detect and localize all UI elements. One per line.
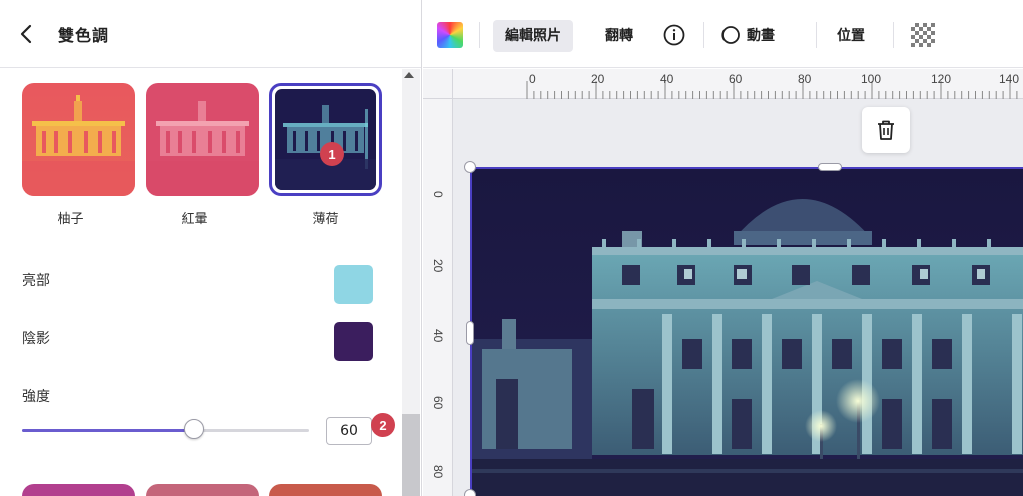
preset-mint-thumbnail: [275, 89, 376, 190]
resize-handle-top-left[interactable]: [464, 161, 476, 173]
intensity-slider-fill: [22, 429, 194, 432]
basilica-photo: [472, 169, 1023, 496]
toolbar-divider: [479, 22, 480, 48]
editor-canvas: 0 20 40 60 80 100 120 140 0 20 40 60 80: [423, 69, 1023, 496]
ruler-tick: 100: [861, 72, 882, 86]
ruler-tick: 60: [729, 72, 743, 86]
resize-handle-left[interactable]: [466, 321, 474, 345]
duotone-panel: 雙色調 1 柚子 紅暈 薄荷 亮部 陰影 強度 60 2: [0, 0, 422, 496]
preset-label-blush: 紅暈: [181, 212, 208, 227]
horizontal-ruler: 0 20 40 60 80 100 120 140: [453, 69, 1023, 99]
position-button[interactable]: 位置: [837, 20, 865, 52]
preset-label-pomelo: 柚子: [57, 212, 84, 227]
ruler-tick: 140: [999, 72, 1020, 86]
resize-handle-top[interactable]: [818, 163, 842, 171]
ruler-tick: 0: [529, 72, 536, 86]
animate-icon[interactable]: [719, 24, 741, 46]
scroll-up-arrow-icon[interactable]: [404, 72, 414, 78]
intensity-value-input[interactable]: 60: [326, 417, 372, 445]
preset-label-mint: 薄荷: [312, 212, 339, 227]
trash-icon: [878, 120, 894, 140]
animate-button[interactable]: 動畫: [747, 20, 775, 52]
vertical-ruler: 0 20 40 60 80: [423, 99, 453, 496]
panel-header: 雙色調: [0, 0, 421, 68]
ruler-tick: 60: [431, 396, 445, 410]
preset-pomelo-thumbnail: [22, 83, 135, 196]
highlight-label: 亮部: [22, 273, 50, 289]
ruler-tick: 20: [431, 259, 445, 273]
ruler-tick: 80: [431, 465, 445, 479]
ruler-tick: 120: [931, 72, 952, 86]
callout-badge-1: 1: [320, 142, 344, 166]
intensity-slider-thumb[interactable]: [184, 419, 204, 439]
delete-button[interactable]: [862, 107, 910, 153]
preset-row2-1[interactable]: [22, 484, 135, 496]
ruler-corner: [423, 69, 453, 99]
selected-photo[interactable]: [470, 167, 1023, 496]
top-toolbar: 編輯照片 翻轉 動畫 位置: [423, 0, 1023, 68]
preset-row2-2[interactable]: [146, 484, 259, 496]
color-picker-icon[interactable]: [437, 22, 463, 48]
shadow-color-swatch[interactable]: [334, 322, 373, 361]
preset-mint[interactable]: [269, 83, 382, 196]
panel-scrollbar-thumb[interactable]: [402, 414, 420, 496]
ruler-tick: 80: [798, 72, 812, 86]
resize-handle-bottom-left[interactable]: [464, 489, 476, 496]
toolbar-divider: [816, 22, 817, 48]
toolbar-divider: [893, 22, 894, 48]
panel-title: 雙色調: [58, 26, 110, 45]
toolbar-divider: [703, 22, 704, 48]
transparency-icon[interactable]: [911, 23, 935, 47]
preset-pomelo[interactable]: [22, 83, 135, 196]
preset-blush-thumbnail: [146, 83, 259, 196]
info-icon[interactable]: [663, 24, 685, 46]
edit-photo-button[interactable]: 編輯照片: [493, 20, 573, 52]
callout-badge-2: 2: [371, 413, 395, 437]
back-button[interactable]: [16, 22, 38, 46]
intensity-slider-track[interactable]: [22, 429, 309, 432]
chevron-left-icon: [20, 24, 32, 44]
ruler-tick: 40: [660, 72, 674, 86]
shadow-label: 陰影: [22, 331, 50, 347]
flip-button[interactable]: 翻轉: [605, 20, 633, 52]
highlight-color-swatch[interactable]: [334, 265, 373, 304]
preset-row2-3[interactable]: [269, 484, 382, 496]
intensity-label: 強度: [22, 389, 50, 405]
ruler-tick: 0: [431, 191, 445, 198]
ruler-tick: 20: [591, 72, 605, 86]
ruler-tick: 40: [431, 329, 445, 343]
preset-blush[interactable]: [146, 83, 259, 196]
